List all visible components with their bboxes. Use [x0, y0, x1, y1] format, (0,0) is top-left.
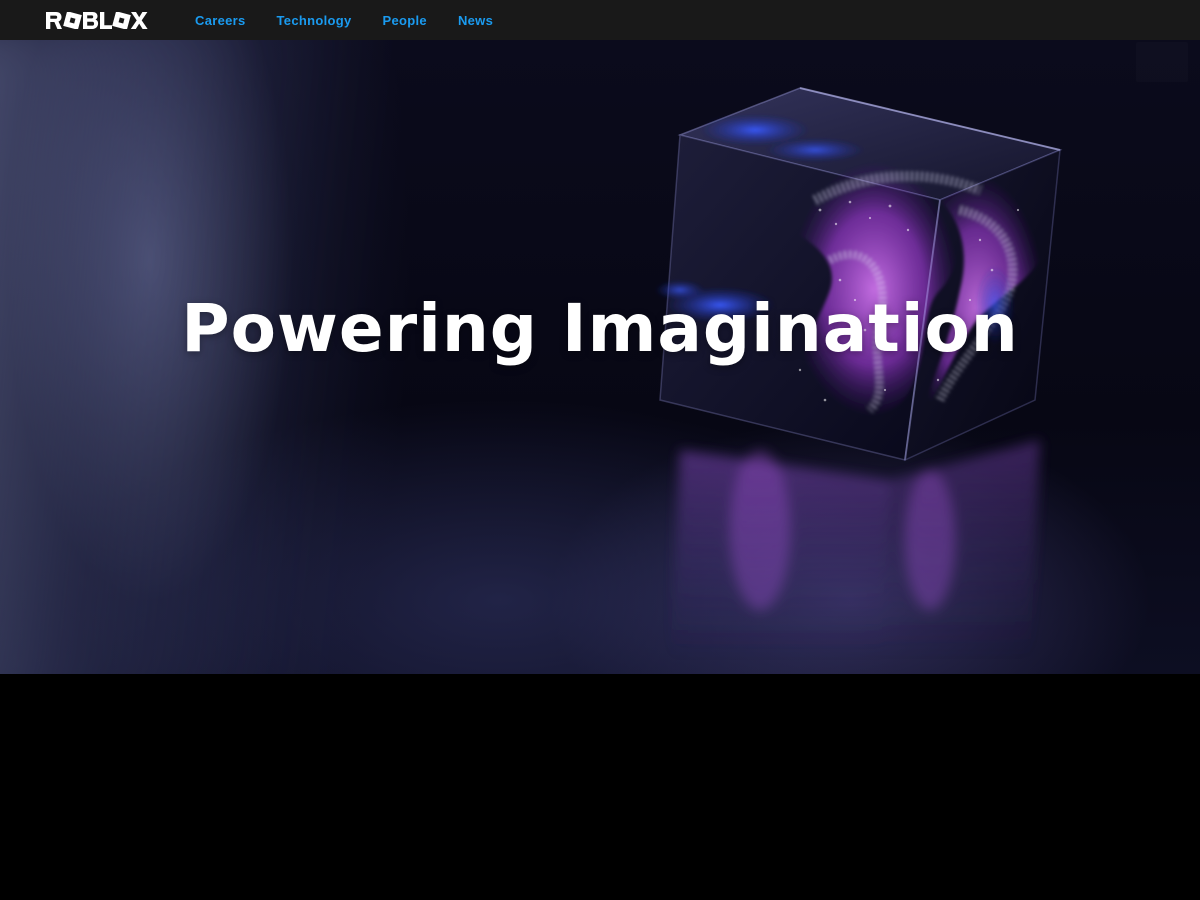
hero-corner-tile — [1136, 42, 1188, 82]
main-nav: Careers Technology People News — [195, 0, 524, 40]
hero-title: Powering Imagination — [181, 290, 1019, 367]
page-content-area — [0, 674, 1200, 900]
nav-link-technology[interactable]: Technology — [277, 13, 352, 28]
hero-banner: Powering Imagination — [0, 40, 1200, 674]
nav-link-news[interactable]: News — [458, 13, 493, 28]
roblox-logo-icon — [46, 12, 148, 29]
nav-link-careers[interactable]: Careers — [195, 13, 246, 28]
top-navigation: Careers Technology People News — [0, 0, 1200, 40]
nav-link-people[interactable]: People — [383, 13, 427, 28]
roblox-logo[interactable] — [46, 12, 148, 29]
